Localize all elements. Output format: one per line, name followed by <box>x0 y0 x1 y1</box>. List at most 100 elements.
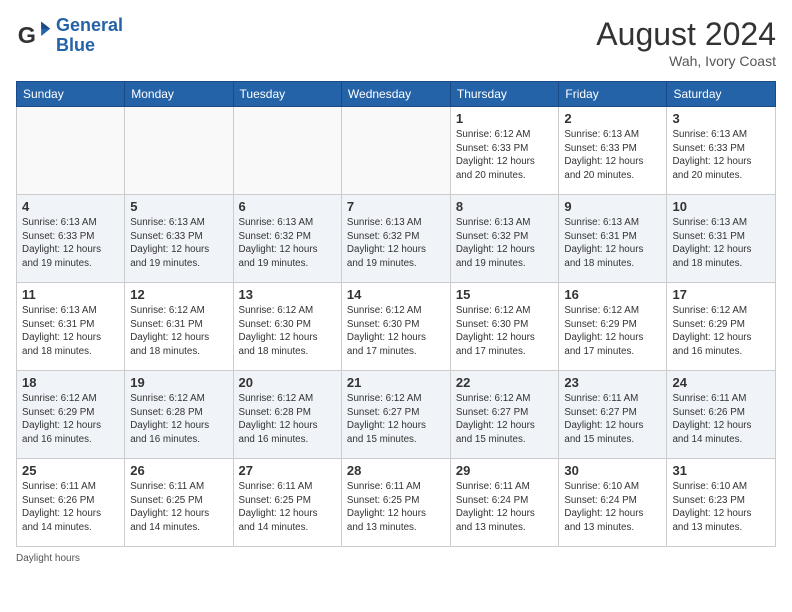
day-number: 7 <box>347 199 445 214</box>
day-number: 31 <box>672 463 770 478</box>
day-info: Sunrise: 6:12 AM Sunset: 6:28 PM Dayligh… <box>130 392 227 447</box>
day-info: Sunrise: 6:11 AM Sunset: 6:25 PM Dayligh… <box>239 480 336 535</box>
day-info: Sunrise: 6:12 AM Sunset: 6:29 PM Dayligh… <box>564 304 661 359</box>
logo: G General Blue <box>16 16 123 56</box>
calendar-day-21: 21Sunrise: 6:12 AM Sunset: 6:27 PM Dayli… <box>341 371 450 459</box>
day-number: 3 <box>672 111 770 126</box>
calendar-day-23: 23 Sunrise: 6:11 AM Sunset: 6:27 PM Dayli… <box>559 371 667 459</box>
day-info: Sunrise: 6:13 AM Sunset: 6:33 PM Dayligh… <box>564 128 661 183</box>
day-number: 25 <box>22 463 119 478</box>
day-number: 18 <box>22 375 119 390</box>
calendar-day-31: 31 Sunrise: 6:10 AM Sunset: 6:23 PM Dayli… <box>667 459 776 547</box>
calendar-empty-cell <box>341 107 450 195</box>
calendar-week-row: 18 Sunrise: 6:12 AM Sunset: 6:29 PM Dayli… <box>17 371 776 459</box>
day-number: 2 <box>564 111 661 126</box>
day-number: 4 <box>22 199 119 214</box>
calendar-day-8: 8Sunrise: 6:13 AM Sunset: 6:32 PM Daylig… <box>450 195 559 283</box>
day-number: 13 <box>239 287 336 302</box>
calendar-day-19: 19 Sunrise: 6:12 AM Sunset: 6:28 PM Dayli… <box>125 371 233 459</box>
day-info: Sunrise: 6:12 AM Sunset: 6:29 PM Dayligh… <box>672 304 770 359</box>
footer: Daylight hours <box>16 553 776 564</box>
calendar-day-12: 12 Sunrise: 6:12 AM Sunset: 6:31 PM Dayli… <box>125 283 233 371</box>
calendar-week-row: 25 Sunrise: 6:11 AM Sunset: 6:26 PM Dayli… <box>17 459 776 547</box>
calendar-day-17: 17 Sunrise: 6:12 AM Sunset: 6:29 PM Dayli… <box>667 283 776 371</box>
day-number: 9 <box>564 199 661 214</box>
calendar-day-11: 11Sunrise: 6:13 AM Sunset: 6:31 PM Dayli… <box>17 283 125 371</box>
col-header-wednesday: Wednesday <box>341 82 450 107</box>
col-header-saturday: Saturday <box>667 82 776 107</box>
calendar-empty-cell <box>17 107 125 195</box>
calendar-day-16: 16 Sunrise: 6:12 AM Sunset: 6:29 PM Dayli… <box>559 283 667 371</box>
day-info: Sunrise: 6:12 AM Sunset: 6:28 PM Dayligh… <box>239 392 336 447</box>
calendar-day-1: 1 Sunrise: 6:12 AM Sunset: 6:33 PM Daylig… <box>450 107 559 195</box>
day-info: Sunrise: 6:13 AM Sunset: 6:31 PM Dayligh… <box>672 216 770 271</box>
calendar-day-26: 26Sunrise: 6:11 AM Sunset: 6:25 PM Dayli… <box>125 459 233 547</box>
calendar-day-25: 25 Sunrise: 6:11 AM Sunset: 6:26 PM Dayli… <box>17 459 125 547</box>
logo-text-general: General <box>56 16 123 36</box>
calendar-week-row: 1 Sunrise: 6:12 AM Sunset: 6:33 PM Daylig… <box>17 107 776 195</box>
calendar-day-10: 10 Sunrise: 6:13 AM Sunset: 6:31 PM Dayli… <box>667 195 776 283</box>
calendar-day-4: 4 Sunrise: 6:13 AM Sunset: 6:33 PM Daylig… <box>17 195 125 283</box>
day-number: 21 <box>347 375 445 390</box>
day-info: Sunrise: 6:12 AM Sunset: 6:30 PM Dayligh… <box>456 304 554 359</box>
day-info: Sunrise: 6:11 AM Sunset: 6:26 PM Dayligh… <box>672 392 770 447</box>
day-info: Sunrise: 6:13 AM Sunset: 6:31 PM Dayligh… <box>22 304 119 359</box>
day-number: 5 <box>130 199 227 214</box>
day-number: 15 <box>456 287 554 302</box>
day-info: Sunrise: 6:11 AM Sunset: 6:26 PM Dayligh… <box>22 480 119 535</box>
day-info: Sunrise: 6:12 AM Sunset: 6:33 PM Dayligh… <box>456 128 554 183</box>
day-info: Sunrise: 6:12 AM Sunset: 6:31 PM Dayligh… <box>130 304 227 359</box>
day-info: Sunrise: 6:11 AM Sunset: 6:27 PM Dayligh… <box>564 392 661 447</box>
day-info: Sunrise: 6:13 AM Sunset: 6:32 PM Dayligh… <box>239 216 336 271</box>
day-number: 26 <box>130 463 227 478</box>
day-info: Sunrise: 6:12 AM Sunset: 6:30 PM Dayligh… <box>239 304 336 359</box>
day-info: Sunrise: 6:13 AM Sunset: 6:33 PM Dayligh… <box>672 128 770 183</box>
col-header-monday: Monday <box>125 82 233 107</box>
day-info: Sunrise: 6:13 AM Sunset: 6:33 PM Dayligh… <box>130 216 227 271</box>
calendar-day-30: 30Sunrise: 6:10 AM Sunset: 6:24 PM Dayli… <box>559 459 667 547</box>
day-number: 20 <box>239 375 336 390</box>
calendar-day-9: 9 Sunrise: 6:13 AM Sunset: 6:31 PM Daylig… <box>559 195 667 283</box>
title-area: August 2024 Wah, Ivory Coast <box>596 16 776 69</box>
col-header-thursday: Thursday <box>450 82 559 107</box>
day-number: 23 <box>564 375 661 390</box>
calendar-empty-cell <box>233 107 341 195</box>
day-number: 6 <box>239 199 336 214</box>
day-info: Sunrise: 6:12 AM Sunset: 6:29 PM Dayligh… <box>22 392 119 447</box>
day-info: Sunrise: 6:10 AM Sunset: 6:23 PM Dayligh… <box>672 480 770 535</box>
day-info: Sunrise: 6:11 AM Sunset: 6:25 PM Dayligh… <box>347 480 445 535</box>
calendar-day-3: 3 Sunrise: 6:13 AM Sunset: 6:33 PM Daylig… <box>667 107 776 195</box>
calendar-week-row: 4 Sunrise: 6:13 AM Sunset: 6:33 PM Daylig… <box>17 195 776 283</box>
day-number: 30 <box>564 463 661 478</box>
col-header-friday: Friday <box>559 82 667 107</box>
location-subtitle: Wah, Ivory Coast <box>596 53 776 69</box>
day-number: 19 <box>130 375 227 390</box>
day-number: 12 <box>130 287 227 302</box>
day-number: 17 <box>672 287 770 302</box>
calendar-day-14: 14Sunrise: 6:12 AM Sunset: 6:30 PM Dayli… <box>341 283 450 371</box>
col-header-sunday: Sunday <box>17 82 125 107</box>
calendar-day-15: 15 Sunrise: 6:12 AM Sunset: 6:30 PM Dayli… <box>450 283 559 371</box>
calendar-day-5: 5 Sunrise: 6:13 AM Sunset: 6:33 PM Daylig… <box>125 195 233 283</box>
day-info: Sunrise: 6:13 AM Sunset: 6:31 PM Dayligh… <box>564 216 661 271</box>
day-number: 10 <box>672 199 770 214</box>
daylight-label: Daylight hours <box>16 553 80 564</box>
calendar-table: SundayMondayTuesdayWednesdayThursdayFrid… <box>16 81 776 547</box>
calendar-empty-cell <box>125 107 233 195</box>
day-number: 14 <box>347 287 445 302</box>
calendar-day-6: 6 Sunrise: 6:13 AM Sunset: 6:32 PM Daylig… <box>233 195 341 283</box>
calendar-day-7: 7Sunrise: 6:13 AM Sunset: 6:32 PM Daylig… <box>341 195 450 283</box>
day-number: 29 <box>456 463 554 478</box>
day-number: 16 <box>564 287 661 302</box>
calendar-day-28: 28Sunrise: 6:11 AM Sunset: 6:25 PM Dayli… <box>341 459 450 547</box>
logo-text-blue: Blue <box>56 36 123 56</box>
day-info: Sunrise: 6:13 AM Sunset: 6:33 PM Dayligh… <box>22 216 119 271</box>
col-header-tuesday: Tuesday <box>233 82 341 107</box>
day-info: Sunrise: 6:13 AM Sunset: 6:32 PM Dayligh… <box>456 216 554 271</box>
calendar-day-13: 13 Sunrise: 6:12 AM Sunset: 6:30 PM Dayli… <box>233 283 341 371</box>
day-number: 1 <box>456 111 554 126</box>
day-info: Sunrise: 6:12 AM Sunset: 6:27 PM Dayligh… <box>456 392 554 447</box>
calendar-week-row: 11Sunrise: 6:13 AM Sunset: 6:31 PM Dayli… <box>17 283 776 371</box>
calendar-day-29: 29Sunrise: 6:11 AM Sunset: 6:24 PM Dayli… <box>450 459 559 547</box>
calendar-day-18: 18 Sunrise: 6:12 AM Sunset: 6:29 PM Dayli… <box>17 371 125 459</box>
